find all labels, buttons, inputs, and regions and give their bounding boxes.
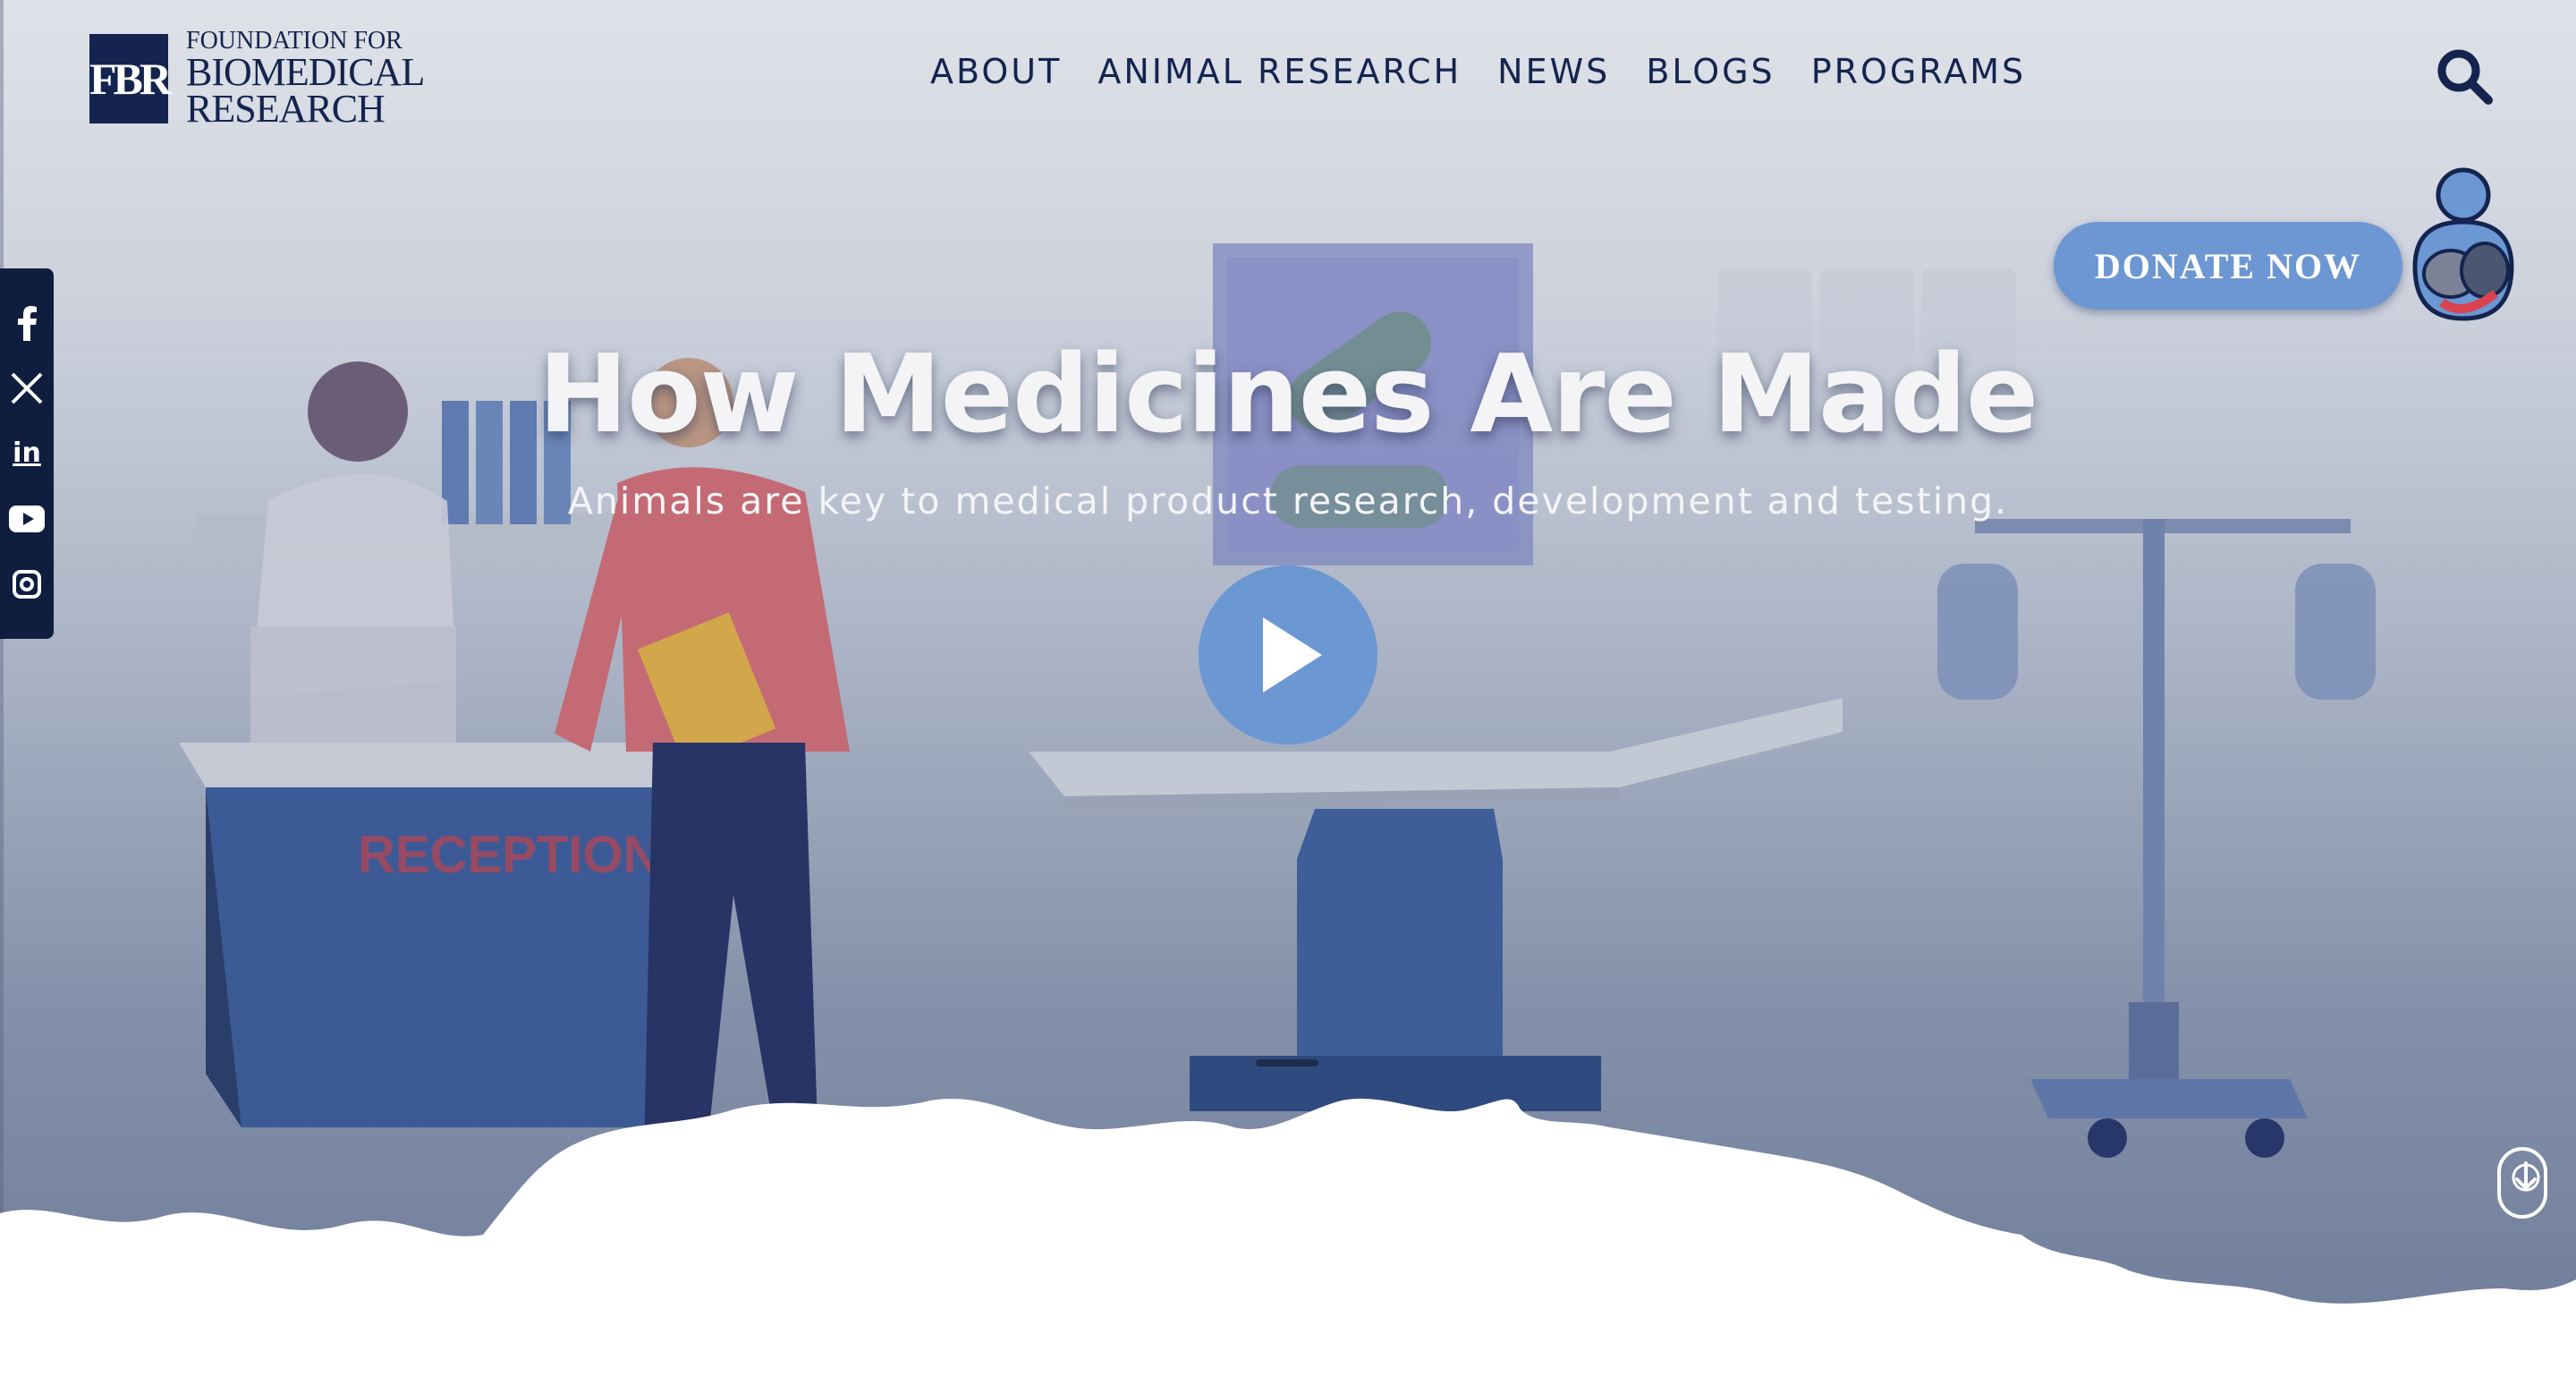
play-icon [1263, 617, 1322, 693]
nav-blogs[interactable]: BLOGS [1646, 52, 1775, 91]
site-logo[interactable]: FBR FOUNDATION FOR BIOMEDICAL RESEARCH [89, 29, 425, 129]
hero-section: RECEPTION FBR FOUNDATION FOR BIOMEDICAL [0, 0, 2576, 1394]
nav-programs[interactable]: PROGRAMS [1811, 52, 2026, 91]
logo-mark: FBR [89, 34, 172, 123]
logo-line-2: BIOMEDICAL [186, 49, 425, 94]
instagram-icon[interactable] [9, 566, 45, 602]
search-icon[interactable] [2435, 47, 2494, 106]
nav-about[interactable]: ABOUT [930, 52, 1062, 91]
donate-now-button[interactable]: DONATE NOW [2054, 222, 2402, 310]
hero-subtitle: Animals are key to medical product resea… [567, 480, 2009, 523]
scroll-down-icon[interactable] [2497, 1147, 2547, 1219]
reception-sign: RECEPTION [358, 826, 660, 884]
logo-wordmark: FOUNDATION FOR BIOMEDICAL RESEARCH [186, 29, 425, 132]
nav-news[interactable]: NEWS [1497, 52, 1610, 91]
play-video-button[interactable] [1199, 565, 1377, 744]
hero-title: How Medicines Are Made [538, 333, 2039, 457]
nav-animal-research[interactable]: ANIMAL RESEARCH [1097, 52, 1462, 91]
main-nav: ABOUT ANIMAL RESEARCH NEWS BLOGS PROGRAM… [930, 52, 2026, 91]
slide-indicator[interactable] [1256, 1059, 1318, 1067]
pets-badge-icon[interactable] [2397, 159, 2529, 327]
logo-line-3: RESEARCH [186, 87, 386, 132]
